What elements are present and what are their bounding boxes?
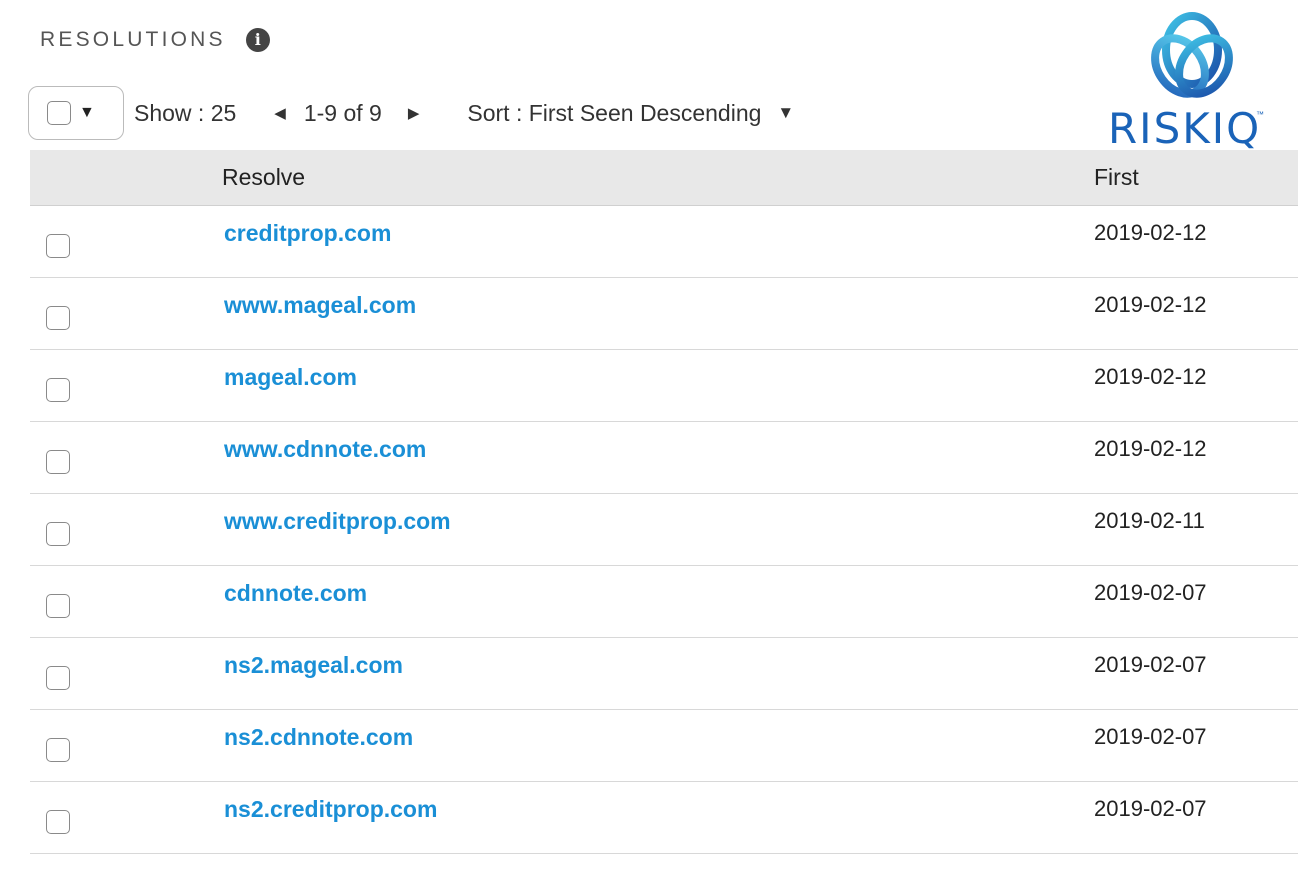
table-header: Resolve First [30, 150, 1298, 206]
logo-text: RISKIQ [1108, 104, 1262, 153]
table-row: creditprop.com 2019-02-12 [30, 206, 1298, 278]
resolve-link[interactable]: www.creditprop.com [224, 508, 451, 535]
table-row: mageal.com 2019-02-12 [30, 350, 1298, 422]
table-row: ns2.creditprop.com 2019-02-07 [30, 782, 1298, 854]
first-seen-date: 2019-02-12 [1094, 364, 1207, 389]
page-size-selector[interactable]: Show : 25 [134, 100, 236, 127]
resolve-link[interactable]: ns2.cdnnote.com [224, 724, 413, 751]
table-row: www.mageal.com 2019-02-12 [30, 278, 1298, 350]
resolve-link[interactable]: www.cdnnote.com [224, 436, 426, 463]
panel-title: RESOLUTIONS [40, 28, 226, 51]
table-row: cdnnote.com 2019-02-07 [30, 566, 1298, 638]
panel-header: RESOLUTIONS i [40, 28, 270, 52]
riskiq-logo-mark-icon [1151, 12, 1233, 98]
next-page-icon[interactable]: ▶ [408, 104, 420, 122]
prev-page-icon[interactable]: ◀ [274, 104, 286, 122]
toolbar: ▼ Show : 25 ◀ 1-9 of 9 ▶ Sort : First Se… [28, 86, 794, 140]
row-checkbox[interactable] [46, 522, 70, 546]
info-icon[interactable]: i [245, 28, 270, 52]
table-row: www.creditprop.com 2019-02-11 [30, 494, 1298, 566]
sort-dropdown-icon[interactable]: ▼ [777, 103, 794, 123]
chevron-down-icon[interactable]: ▼ [79, 104, 95, 122]
first-seen-date: 2019-02-07 [1094, 796, 1207, 821]
first-seen-date: 2019-02-12 [1094, 436, 1207, 461]
table-row: www.cdnnote.com 2019-02-12 [30, 422, 1298, 494]
first-seen-date: 2019-02-07 [1094, 724, 1207, 749]
sort-selector[interactable]: Sort : First Seen Descending [467, 100, 761, 127]
row-checkbox[interactable] [46, 666, 70, 690]
trademark-symbol: ™ [1256, 110, 1264, 119]
first-seen-date: 2019-02-07 [1094, 580, 1207, 605]
resolve-link[interactable]: mageal.com [224, 364, 357, 391]
row-checkbox[interactable] [46, 594, 70, 618]
resolve-link[interactable]: ns2.creditprop.com [224, 796, 437, 823]
column-header-resolve[interactable]: Resolve [222, 164, 305, 191]
row-checkbox[interactable] [46, 234, 70, 258]
row-checkbox[interactable] [46, 450, 70, 474]
first-seen-date: 2019-02-12 [1094, 292, 1207, 317]
resolve-link[interactable]: www.mageal.com [224, 292, 416, 319]
first-seen-date: 2019-02-07 [1094, 652, 1207, 677]
resolutions-table: Resolve First creditprop.com 2019-02-12 ww… [30, 150, 1298, 854]
riskiq-logo: RISKIQ ™ [1108, 10, 1268, 153]
first-seen-date: 2019-02-11 [1094, 508, 1205, 533]
first-seen-date: 2019-02-12 [1094, 220, 1207, 245]
resolve-link[interactable]: creditprop.com [224, 220, 391, 247]
table-row: ns2.cdnnote.com 2019-02-07 [30, 710, 1298, 782]
column-header-first[interactable]: First [1094, 164, 1139, 191]
row-checkbox[interactable] [46, 306, 70, 330]
row-checkbox[interactable] [46, 810, 70, 834]
table-row: ns2.mageal.com 2019-02-07 [30, 638, 1298, 710]
resolve-link[interactable]: ns2.mageal.com [224, 652, 403, 679]
select-all-dropdown[interactable]: ▼ [28, 86, 124, 140]
resolve-link[interactable]: cdnnote.com [224, 580, 367, 607]
page-range: 1-9 of 9 [303, 99, 382, 126]
table-body: creditprop.com 2019-02-12 www.mageal.com 20… [30, 206, 1298, 854]
select-all-checkbox[interactable] [47, 101, 71, 125]
row-checkbox[interactable] [46, 378, 70, 402]
row-checkbox[interactable] [46, 738, 70, 762]
